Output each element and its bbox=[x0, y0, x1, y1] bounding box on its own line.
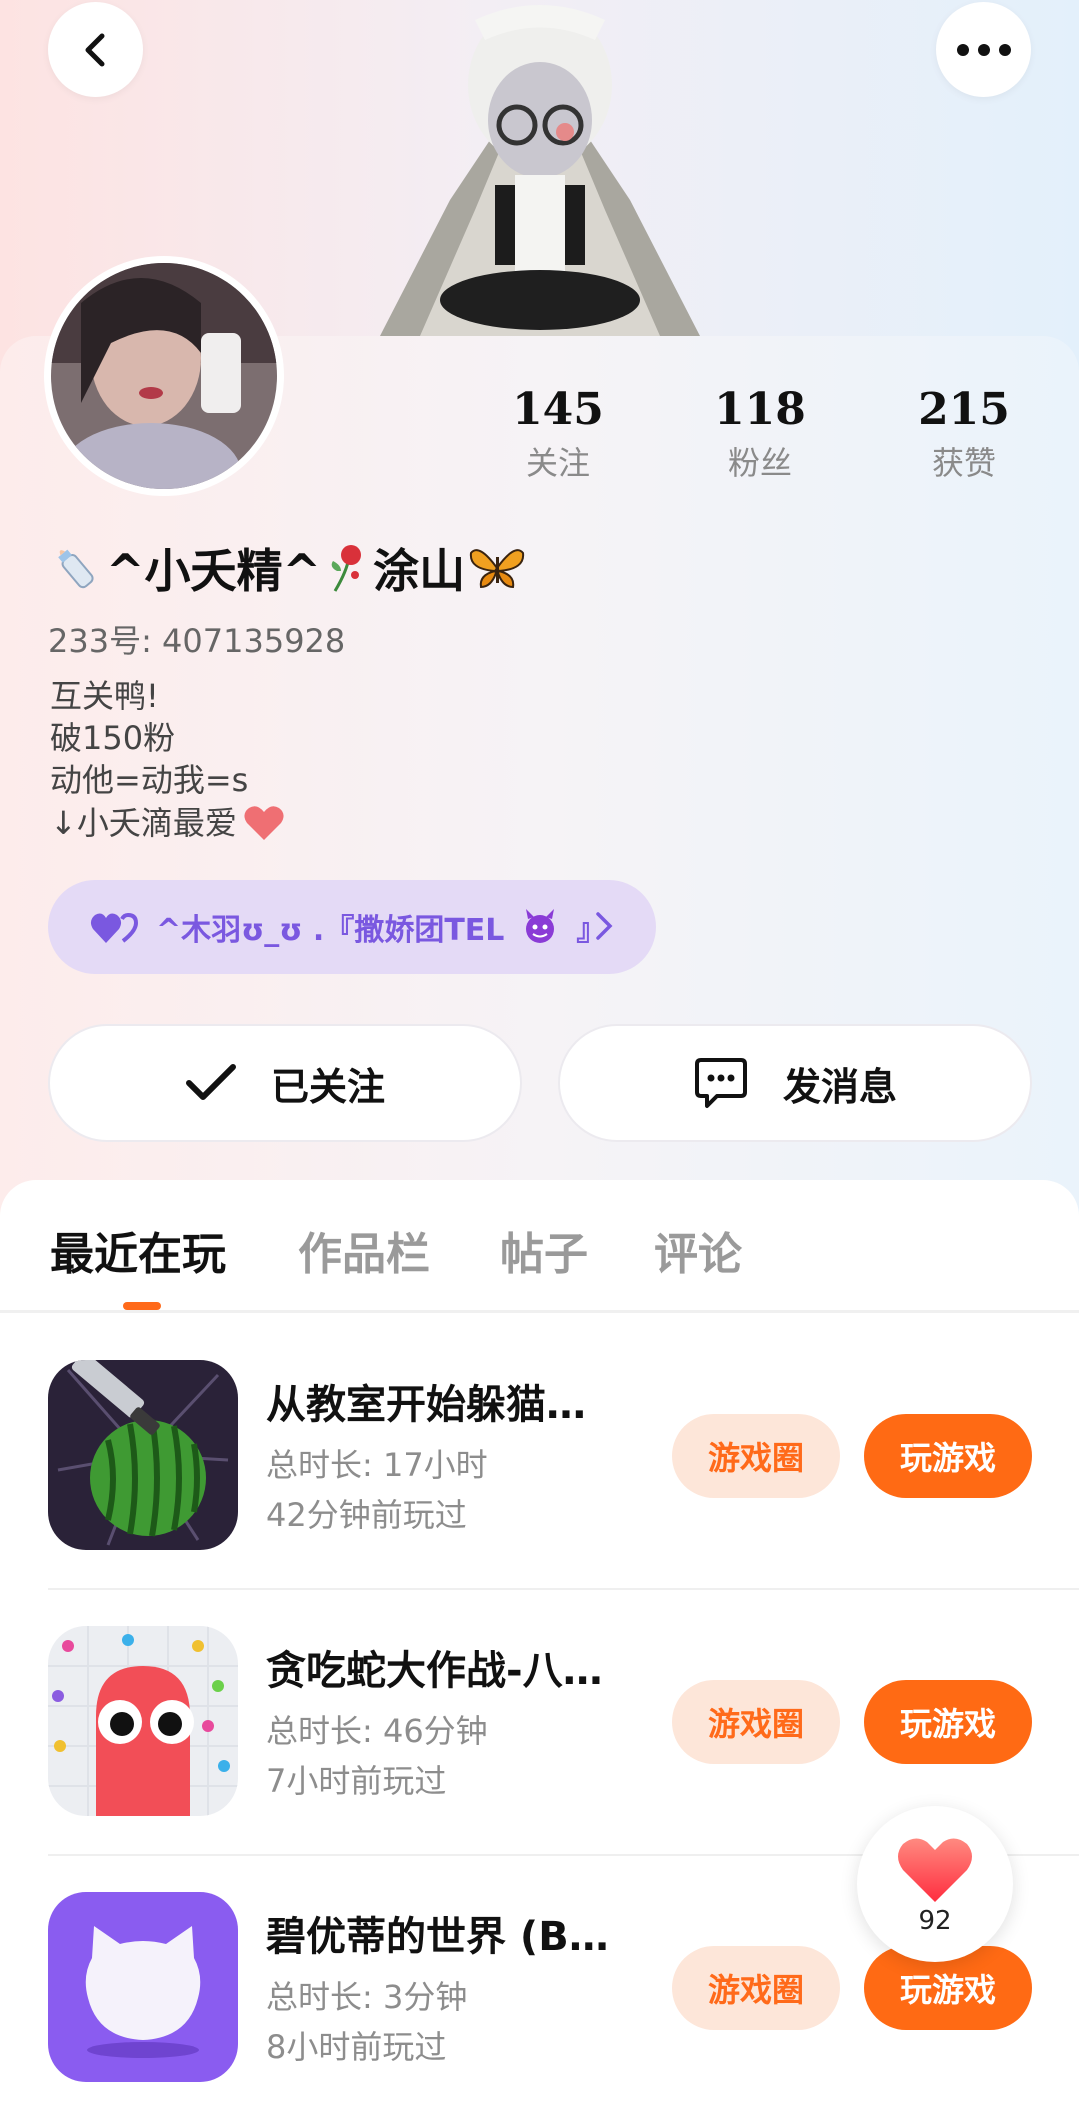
game-icon-snake bbox=[48, 1626, 238, 1816]
game-list-item[interactable]: 从教室开始躲猫… 总时长: 17小时 42分钟前玩过 游戏圈 玩游戏 bbox=[0, 1360, 1079, 1626]
floating-like-button[interactable]: 92 bbox=[857, 1806, 1013, 1962]
stat-following-value: 145 bbox=[512, 384, 604, 435]
more-horizontal-icon bbox=[956, 43, 1011, 56]
bio-line-last: ↓小夭滴最爱 bbox=[50, 802, 285, 844]
checkmark-icon bbox=[185, 1064, 236, 1100]
active-tab-indicator bbox=[123, 1302, 161, 1310]
game-last-played: 42分钟前玩过 bbox=[266, 1496, 467, 1534]
game-title: 从教室开始躲猫… bbox=[266, 1382, 586, 1428]
stat-following[interactable]: 145 关注 bbox=[478, 382, 638, 486]
tab-recently-played[interactable]: 最近在玩 bbox=[50, 1218, 226, 1282]
game-last-played: 7小时前玩过 bbox=[266, 1762, 447, 1800]
stat-likes[interactable]: 215 获赞 bbox=[884, 382, 1044, 486]
bio-line: 动他=动我=s bbox=[50, 761, 249, 799]
bio-line-text: ↓小夭滴最爱 bbox=[50, 804, 237, 842]
game-icon-bedtime bbox=[48, 1892, 238, 2082]
linked-hearts-icon bbox=[90, 912, 138, 943]
followed-label: 已关注 bbox=[270, 1064, 385, 1109]
heart-emoji-icon bbox=[244, 806, 284, 840]
play-game-button[interactable]: 玩游戏 bbox=[864, 1414, 1032, 1498]
avatar-3d-figure bbox=[380, 0, 700, 336]
game-title: 碧优蒂的世界 (B… bbox=[266, 1914, 609, 1960]
tab-works[interactable]: 作品栏 bbox=[298, 1218, 430, 1282]
game-total-duration: 总时长: 17小时 bbox=[266, 1446, 488, 1484]
send-message-label: 发消息 bbox=[782, 1064, 897, 1109]
profile-bio: 互关鸭! 破150粉 动他=动我=s ↓小夭滴最爱 bbox=[50, 676, 285, 844]
cp-relationship-pill[interactable]: ^木羽ʊ_ʊ .『撒娇团TEL 』 bbox=[48, 880, 656, 974]
baby-bottle-icon bbox=[58, 549, 94, 589]
bio-line: 破150粉 bbox=[50, 719, 176, 757]
game-circle-button[interactable]: 游戏圈 bbox=[672, 1414, 840, 1498]
user-avatar[interactable] bbox=[44, 256, 284, 496]
send-message-button[interactable]: 发消息 bbox=[558, 1024, 1032, 1142]
nickname-suffix-text: 涂山 bbox=[373, 544, 466, 598]
tab-comments[interactable]: 评论 bbox=[654, 1218, 742, 1282]
stat-followers[interactable]: 118 粉丝 bbox=[680, 382, 840, 486]
nickname-text: ^小夭精^ bbox=[106, 544, 322, 598]
devil-emoji-icon bbox=[526, 909, 555, 943]
stat-followers-value: 118 bbox=[714, 384, 806, 435]
like-count: 92 bbox=[918, 1906, 952, 1936]
stat-likes-label: 获赞 bbox=[931, 444, 996, 482]
game-title: 贪吃蛇大作战-八… bbox=[266, 1648, 603, 1694]
tab-posts[interactable]: 帖子 bbox=[500, 1218, 588, 1282]
heart-icon bbox=[898, 1838, 972, 1902]
chevron-left-icon bbox=[85, 33, 104, 66]
butterfly-icon bbox=[470, 549, 525, 589]
stat-likes-value: 215 bbox=[918, 384, 1010, 435]
profile-nickname: ^小夭精^ 涂山 bbox=[48, 538, 525, 598]
followed-button[interactable]: 已关注 bbox=[48, 1024, 522, 1142]
game-circle-button[interactable]: 游戏圈 bbox=[672, 1680, 840, 1764]
back-button[interactable] bbox=[48, 2, 143, 97]
game-last-played: 8小时前玩过 bbox=[266, 2028, 447, 2066]
stat-following-label: 关注 bbox=[525, 444, 590, 482]
game-total-duration: 总时长: 46分钟 bbox=[266, 1712, 488, 1750]
rose-icon bbox=[331, 545, 362, 592]
stat-followers-label: 粉丝 bbox=[727, 444, 792, 482]
chevron-right-icon bbox=[596, 912, 613, 940]
cp-label: ^木羽ʊ_ʊ .『撒娇团TEL bbox=[156, 913, 505, 948]
game-icon-watermelon bbox=[48, 1360, 238, 1550]
user-id: 233号: 407135928 bbox=[48, 622, 346, 660]
play-game-button[interactable]: 玩游戏 bbox=[864, 1680, 1032, 1764]
game-circle-button[interactable]: 游戏圈 bbox=[672, 1946, 840, 2030]
game-total-duration: 总时长: 3分钟 bbox=[266, 1978, 468, 2016]
bio-line: 互关鸭! bbox=[50, 677, 159, 715]
content-panel: 最近在玩 作品栏 帖子 评论 从教室开始躲猫… 总时长: 17小时 42分钟前玩… bbox=[0, 1180, 1079, 2112]
row-divider bbox=[48, 1588, 1079, 1590]
tabs-divider bbox=[0, 1310, 1079, 1313]
chat-bubble-icon bbox=[694, 1058, 747, 1108]
more-options-button[interactable] bbox=[936, 2, 1031, 97]
